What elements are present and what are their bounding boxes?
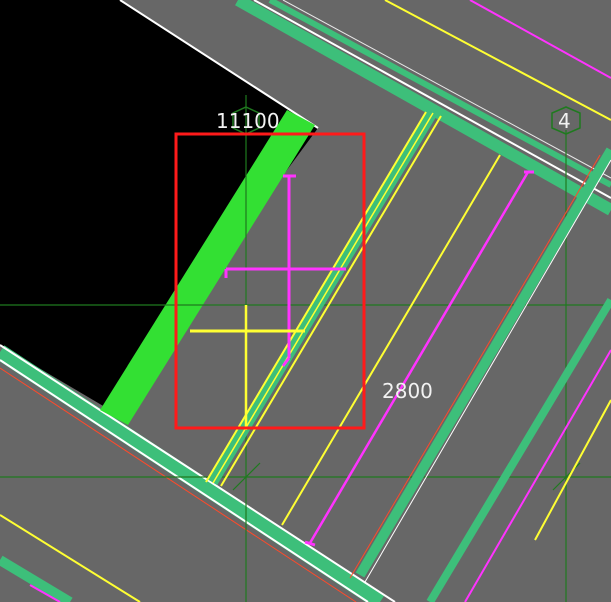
- dimension-label-right: 2800: [382, 379, 433, 403]
- cad-drawing-canvas[interactable]: 4 11100 2800: [0, 0, 611, 602]
- far-right-yellow-diagonal: [534, 399, 611, 541]
- far-right-magenta-diagonal: [464, 349, 611, 602]
- lower-wall-band: [0, 344, 396, 602]
- cad-viewport[interactable]: 4 11100 2800: [0, 0, 611, 602]
- axis-label-4: 4: [558, 109, 571, 133]
- dimension-label-top: 11100: [216, 109, 280, 133]
- far-lower-band: [0, 555, 73, 602]
- magenta-line-top-right: [469, 0, 611, 79]
- lower-left-yellow-line: [0, 514, 141, 602]
- yellow-diagonal-2: [281, 154, 501, 526]
- upper-wall-band: [235, 0, 611, 216]
